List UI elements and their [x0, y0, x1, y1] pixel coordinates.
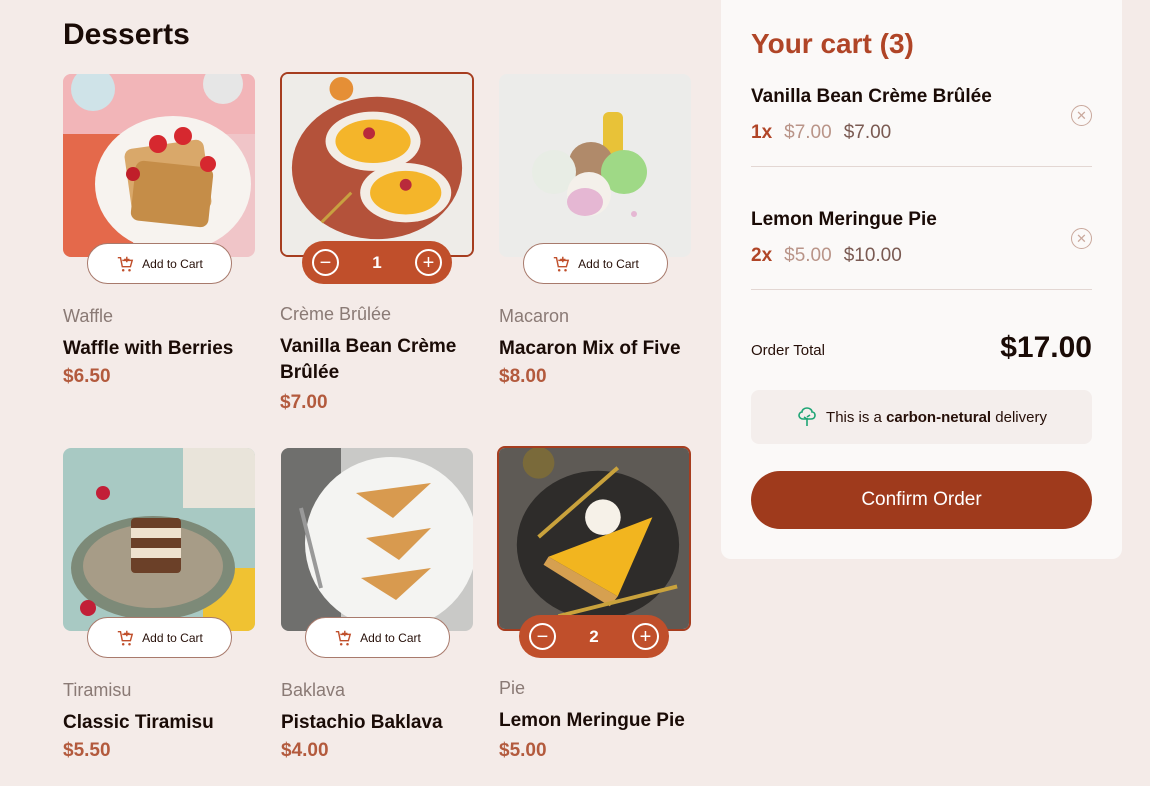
cart-title: Your cart (3) [751, 28, 914, 59]
product-image-baklava [281, 448, 473, 631]
product-image-creme-brulee [280, 72, 474, 257]
remove-circle-icon[interactable]: ✕ [1071, 228, 1092, 249]
cart-item-unit-price: $7.00 [784, 122, 832, 143]
order-total-label: Order Total [751, 342, 825, 359]
carbon-neutral-notice: This is a carbon-netural delivery [751, 390, 1092, 444]
minus-circle-icon[interactable]: − [529, 623, 556, 650]
divider [751, 289, 1092, 290]
cart-item-name: Vanilla Bean Crème Brûlée [751, 86, 992, 107]
product-category: Crème Brûlée [280, 304, 392, 324]
cart-plus-icon [117, 630, 134, 646]
add-to-cart-label: Add to Cart [360, 630, 421, 645]
cart-item-qty: 1x [751, 122, 773, 143]
carbon-text-bold: carbon-netural [886, 408, 992, 426]
cart-item: Vanilla Bean Crème Brûlée 1x $7.00 $7.00… [751, 86, 1092, 144]
product-price: $4.00 [281, 740, 329, 761]
product-image-pie [497, 446, 691, 631]
add-to-cart-label: Add to Cart [578, 256, 639, 271]
product-category: Macaron [499, 306, 570, 326]
product-price: $5.00 [499, 740, 547, 761]
cart-item-qty: 2x [751, 245, 773, 266]
product-image-waffle [63, 74, 255, 257]
add-to-cart-button[interactable]: Add to Cart [523, 243, 668, 284]
product-name: Vanilla Bean Crème Brûlée [280, 336, 457, 383]
product-image-macaron [499, 74, 691, 257]
add-to-cart-label: Add to Cart [142, 630, 203, 645]
quantity-stepper: − 2 + [519, 615, 669, 658]
product-category: Baklava [281, 680, 346, 700]
product-price: $8.00 [499, 366, 547, 387]
product-card-pie: − 2 + Pie Lemon Meringue Pie $5.00 [497, 446, 691, 761]
add-to-cart-button[interactable]: Add to Cart [87, 243, 232, 284]
minus-circle-icon[interactable]: − [312, 249, 339, 276]
order-total-value: $17.00 [1000, 331, 1092, 364]
product-name: Pistachio Baklava [281, 712, 443, 733]
cart-item-unit-price: $5.00 [784, 245, 832, 266]
divider [751, 166, 1092, 167]
cart-item-total: $7.00 [843, 122, 892, 143]
product-name: Waffle with Berries [63, 338, 234, 359]
plus-circle-icon[interactable]: + [632, 623, 659, 650]
add-to-cart-label: Add to Cart [142, 256, 203, 271]
cart-plus-icon [335, 630, 352, 646]
cart-item: Lemon Meringue Pie 2x $5.00 $10.00 ✕ [751, 209, 1092, 267]
quantity-value: 1 [372, 252, 382, 272]
tree-icon [798, 407, 816, 426]
carbon-text-prefix: This is a [826, 408, 882, 426]
product-name: Macaron Mix of Five [499, 338, 681, 359]
product-card-baklava: Add to Cart Baklava Pistachio Baklava $4… [281, 448, 475, 761]
quantity-value: 2 [589, 626, 599, 646]
product-card-waffle: Add to Cart Waffle Waffle with Berries $… [63, 74, 257, 387]
product-name: Classic Tiramisu [63, 712, 214, 733]
cart-item-total: $10.00 [843, 245, 902, 266]
remove-circle-icon[interactable]: ✕ [1071, 105, 1092, 126]
plus-circle-icon[interactable]: + [415, 249, 442, 276]
cart-panel: Your cart (3) Vanilla Bean Crème Brûlée … [721, 0, 1122, 559]
product-price: $7.00 [280, 392, 328, 413]
product-category: Pie [499, 678, 526, 698]
add-to-cart-button[interactable]: Add to Cart [87, 617, 232, 658]
product-price: $6.50 [63, 366, 111, 387]
product-name: Lemon Meringue Pie [499, 710, 685, 731]
product-category: Tiramisu [63, 680, 132, 700]
cart-item-name: Lemon Meringue Pie [751, 209, 937, 230]
carbon-text-suffix: delivery [995, 408, 1047, 426]
product-price: $5.50 [63, 740, 111, 761]
cart-plus-icon [117, 256, 134, 272]
add-to-cart-button[interactable]: Add to Cart [305, 617, 450, 658]
product-category: Waffle [63, 306, 114, 326]
product-image-tiramisu [63, 448, 255, 631]
confirm-order-button[interactable]: Confirm Order [751, 471, 1092, 529]
quantity-stepper: − 1 + [302, 241, 452, 284]
product-card-creme-brulee: − 1 + Crème Brûlée Vanilla Bean Crème Br… [280, 72, 474, 413]
page-title: Desserts [63, 18, 190, 51]
cart-plus-icon [553, 256, 570, 272]
product-card-macaron: Add to Cart Macaron Macaron Mix of Five … [499, 74, 693, 387]
product-card-tiramisu: Add to Cart Tiramisu Classic Tiramisu $5… [63, 448, 257, 761]
